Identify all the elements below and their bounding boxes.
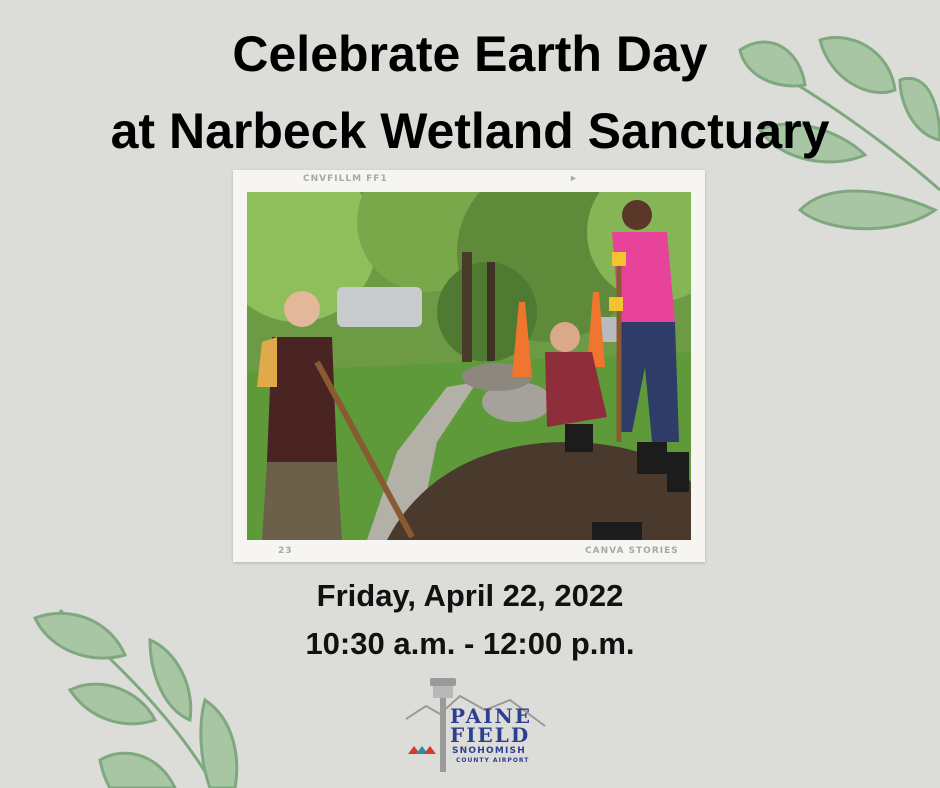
volunteers-planting-photo (247, 192, 691, 540)
event-date: Friday, April 22, 2022 (316, 578, 624, 613)
photo-frame: CNVFILLM FF1 ► 23 CANVA STORIES (233, 170, 705, 562)
title-line-2: at Narbeck Wetland Sanctuary (110, 103, 830, 159)
logo-line-snohomish: SNOHOMISH (452, 746, 526, 756)
film-frame-number: 23 (278, 546, 293, 556)
paine-field-logo: PAINE FIELD SNOHOMISH COUNTY AIRPORT (400, 674, 550, 782)
logo-line-county-airport: COUNTY AIRPORT (456, 757, 530, 764)
film-top-label: CNVFILLM FF1 (303, 174, 388, 184)
title-line-1: Celebrate Earth Day (232, 26, 708, 82)
film-brand-label: CANVA STORIES (585, 546, 679, 556)
decorative-leaves-bottom-left (32, 608, 239, 788)
film-arrow-icon: ► (569, 173, 578, 183)
logo-line-field: FIELD (450, 723, 531, 747)
event-time: 10:30 a.m. - 12:00 p.m. (305, 626, 635, 661)
